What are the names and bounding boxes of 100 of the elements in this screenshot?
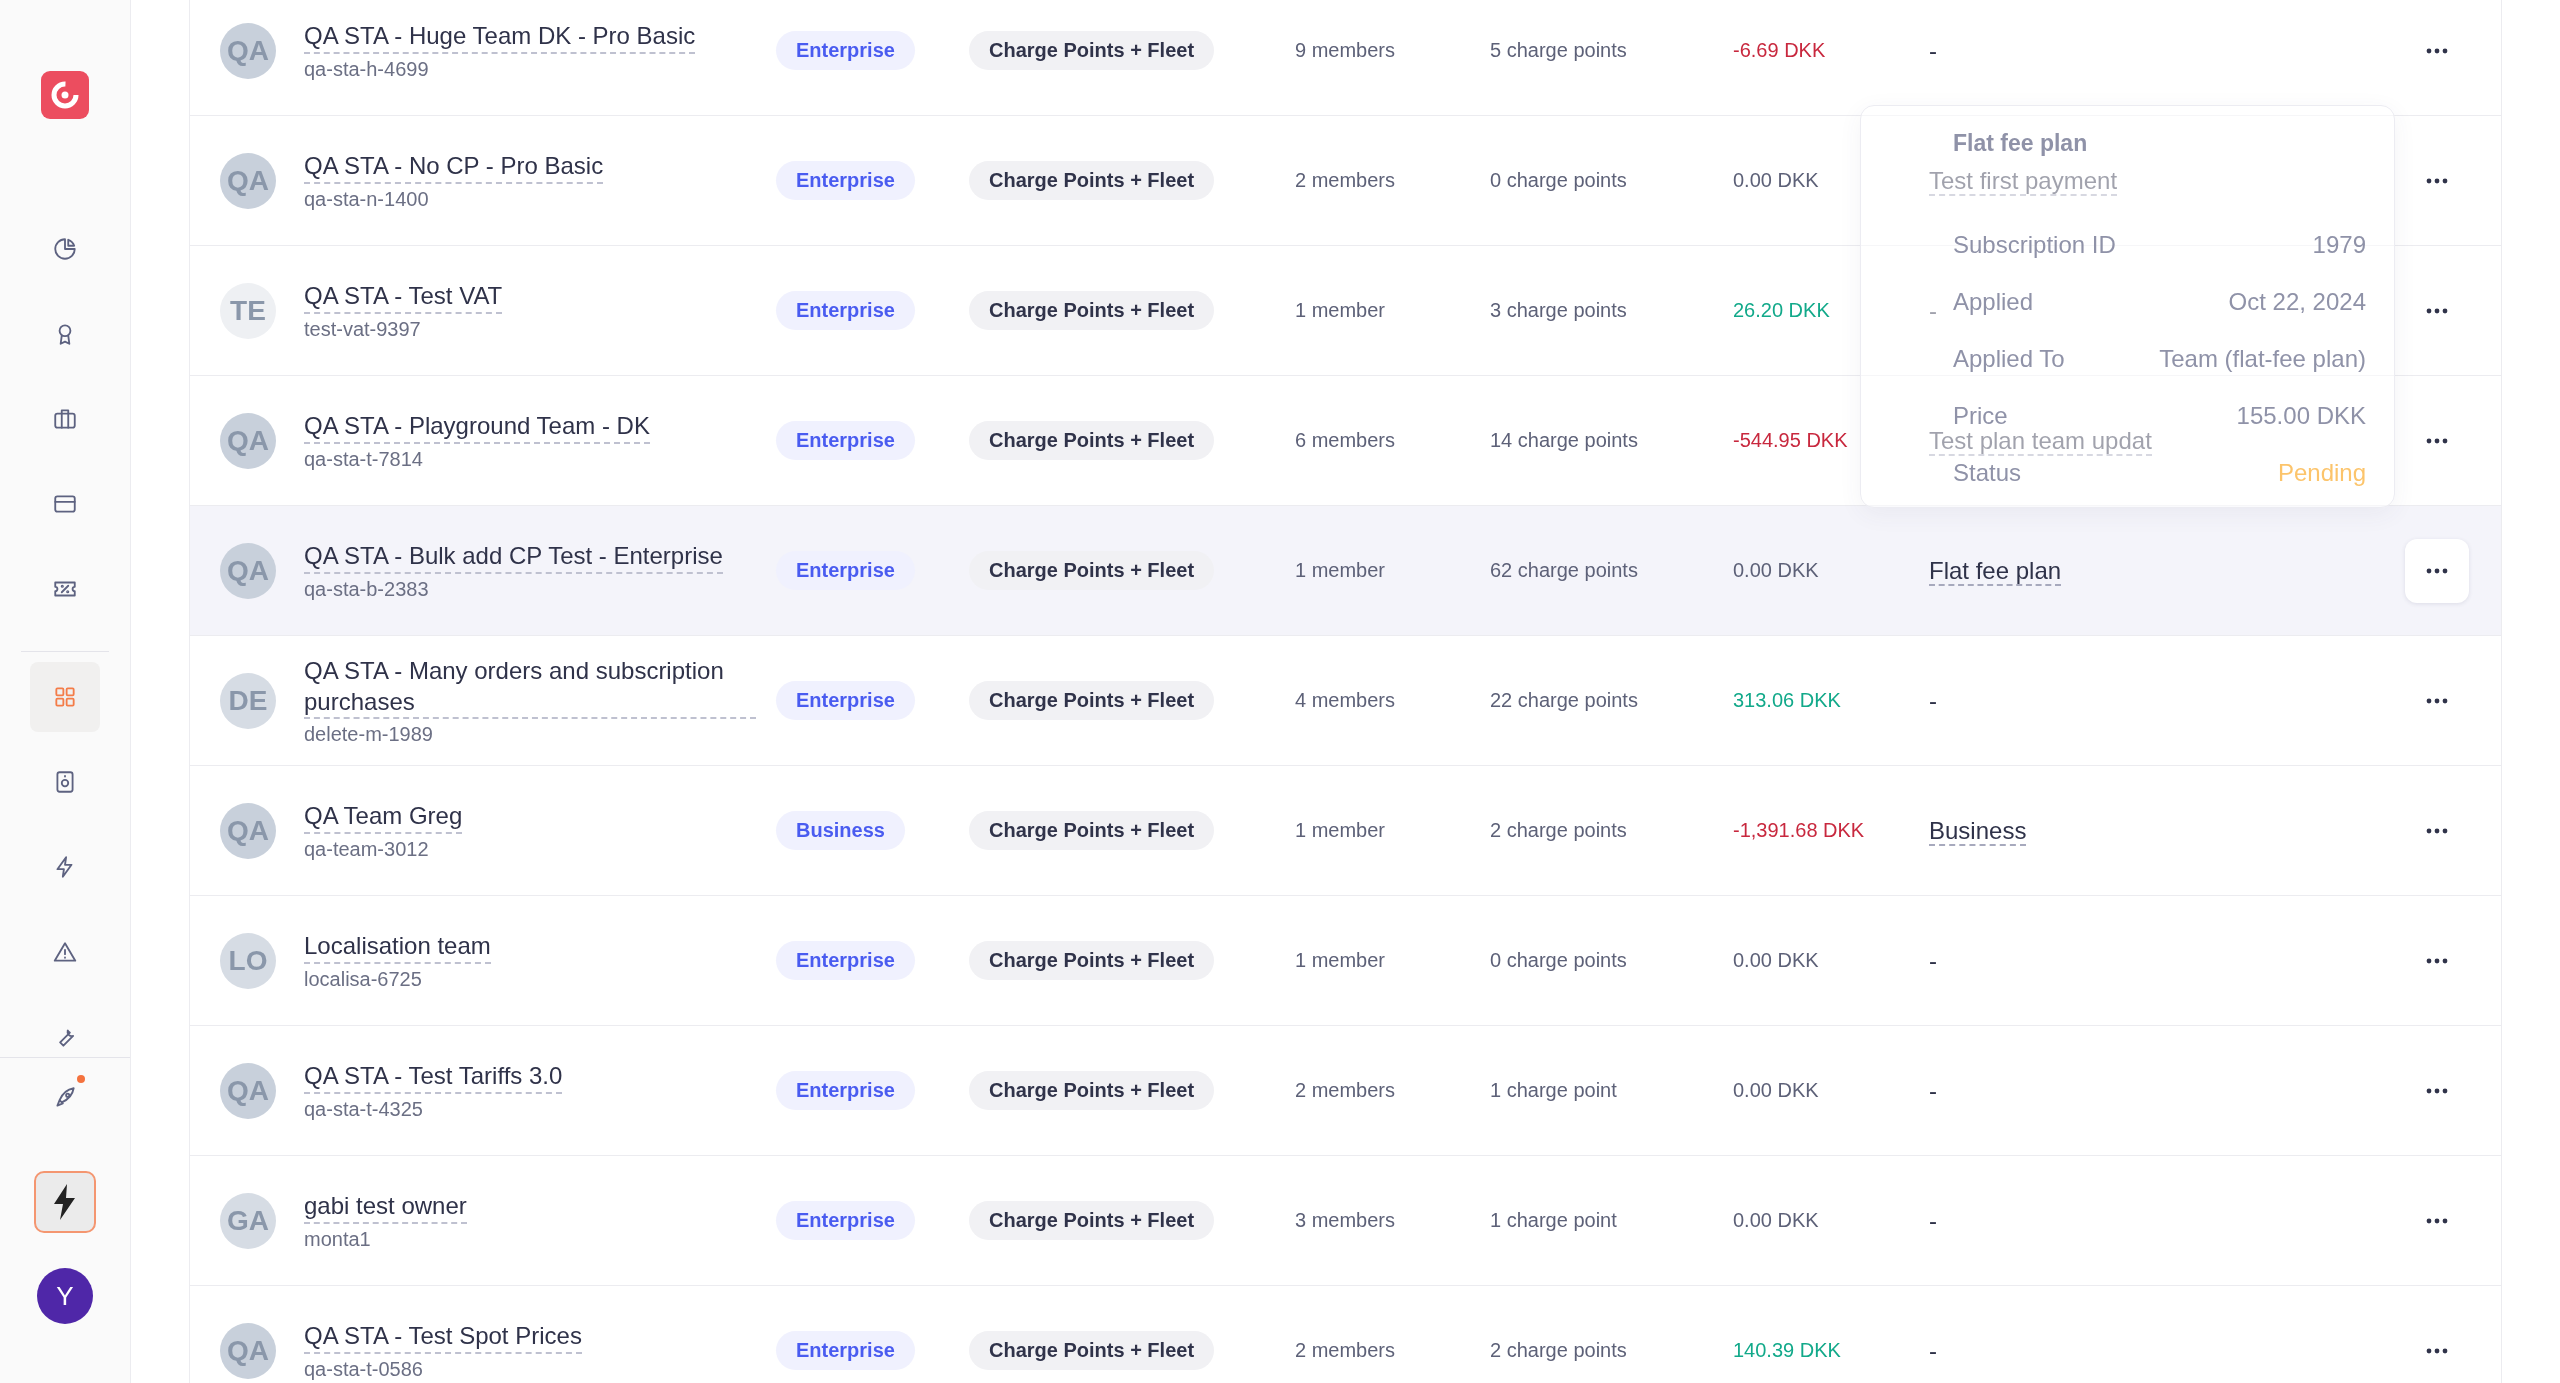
team-id: qa-sta-b-2383 [304,577,429,601]
app-logo[interactable] [41,71,89,119]
team-row[interactable]: QA QA STA - Huge Team DK - Pro Basic qa-sta-h-4699 Enterprise Charge Points + Fleet 9 members 5 charge points -6.69 DKK - [190,0,2501,116]
team-name-link[interactable]: QA STA - Test VAT [304,280,503,314]
more-icon [2425,437,2449,444]
more-icon [2425,957,2449,964]
charge-points-count: 62 charge points [1490,559,1638,581]
briefcase-icon [52,406,78,432]
members-count: 2 members [1295,1339,1396,1361]
more-icon [2425,1217,2449,1224]
more-icon [2425,697,2449,704]
members-count: 6 members [1295,429,1396,451]
team-avatar: QA [220,22,276,79]
team-id: localisa-6725 [304,967,422,991]
product-tag: Charge Points + Fleet [969,291,1215,330]
plan-link[interactable]: Flat fee plan [1929,556,2062,586]
charge-points-count: 3 charge points [1490,299,1627,321]
balance: 26.20 DKK [1733,299,1830,321]
balance: 0.00 DKK [1733,1209,1819,1231]
plan-type-tag: Enterprise [776,681,915,720]
team-avatar: LO [220,932,276,989]
team-avatar: QA [220,1322,276,1379]
plan-link[interactable]: Business [1929,816,2027,846]
team-id: qa-sta-t-7814 [304,447,423,471]
team-row[interactable]: QA QA STA - Test Spot Prices qa-sta-t-0586 Enterprise Charge Points + Fleet 2 members 2 charge points 140.39 DKK - [190,1286,2501,1383]
team-avatar: DE [220,672,276,729]
field-value: Team (flat-fee plan) [2159,345,2366,373]
members-count: 3 members [1295,1209,1396,1231]
team-name-link[interactable]: QA STA - Huge Team DK - Pro Basic [304,20,696,54]
product-tag: Charge Points + Fleet [969,811,1215,850]
plan-text: - [1929,36,1937,64]
more-button[interactable] [2405,538,2469,603]
team-name-link[interactable]: gabi test owner [304,1190,467,1224]
charge-points-count: 0 charge points [1490,169,1627,191]
team-id: qa-sta-t-0586 [304,1357,423,1381]
team-row[interactable]: QA QA Team Greg qa-team-3012 Business Charge Points + Fleet 1 member 2 charge points -1,391.68 DKK Business [190,766,2501,896]
field-value: 155.00 DKK [2236,402,2366,430]
plan-text: - [1929,1336,1937,1364]
members-count: 1 member [1295,949,1386,971]
team-row[interactable]: GA gabi test owner monta1 Enterprise Charge Points + Fleet 3 members 1 charge point 0.00 DKK - [190,1156,2501,1286]
members-count: 9 members [1295,39,1396,61]
balance: 313.06 DKK [1733,689,1841,711]
members-count: 2 members [1295,1079,1396,1101]
plan-type-tag: Enterprise [776,1071,915,1110]
more-icon [2425,827,2449,834]
team-id: delete-m-1989 [304,723,433,747]
team-name-link[interactable]: QA STA - Test Spot Prices [304,1320,582,1354]
charge-points-count: 2 charge points [1490,1339,1627,1361]
team-avatar: QA [220,1062,276,1119]
balance: 0.00 DKK [1733,169,1819,191]
field-label: Applied To [1953,345,2065,373]
field-value: Pending [2277,459,2366,487]
charge-points-count: 2 charge points [1490,819,1627,841]
balance: 0.00 DKK [1733,1079,1819,1101]
more-icon [2425,47,2449,54]
charge-points-count: 5 charge points [1490,39,1627,61]
team-avatar: QA [220,152,276,209]
nav-item[interactable] [30,662,100,732]
team-name-link[interactable]: QA STA - Bulk add CP Test - Enterprise [304,540,723,574]
more-icon [2425,307,2449,314]
team-name-link[interactable]: Localisation team [304,930,491,964]
team-id: qa-sta-h-4699 [304,57,429,81]
team-id: qa-sta-n-1400 [304,187,429,211]
plan-text: - [1929,296,1937,324]
grid-icon [52,684,78,710]
more-icon [2425,1087,2449,1094]
product-tag: Charge Points + Fleet [969,681,1215,720]
team-name-link[interactable]: QA STA - Many orders and subscription purchases [304,654,756,720]
team-name-link[interactable]: QA Team Greg [304,800,463,834]
team-row[interactable]: QA QA STA - Bulk add CP Test - Enterprise qa-sta-b-2383 Enterprise Charge Points + Fleet 1 member 62 charge points 0.00 DKK Flat fee plan [190,506,2501,636]
field-label: Status [1953,459,2022,487]
plan-type-tag: Enterprise [776,1331,915,1370]
team-name-link[interactable]: QA STA - Test Tariffs 3.0 [304,1060,563,1094]
team-row[interactable]: LO Localisation team localisa-6725 Enterprise Charge Points + Fleet 1 member 0 charge points 0.00 DKK - [190,896,2501,1026]
user-avatar[interactable]: Y [37,1268,93,1324]
charge-points-count: 14 charge points [1490,429,1638,451]
team-id: qa-sta-t-4325 [304,1097,423,1121]
team-row[interactable]: QA QA STA - Test Tariffs 3.0 qa-sta-t-4325 Enterprise Charge Points + Fleet 2 members 1 charge point 0.00 DKK - [190,1026,2501,1156]
team-row[interactable]: DE QA STA - Many orders and subscription purchases delete-m-1989 Enterprise Charge Points + Fleet 4 members 22 charge points 313.06 DKK - [190,636,2501,766]
product-tag: Charge Points + Fleet [969,1201,1215,1240]
plan-type-tag: Enterprise [776,291,915,330]
organization-avatar[interactable] [34,1171,96,1233]
team-avatar: TE [220,282,276,339]
field-label: Applied [1953,288,2034,316]
charge-points-count: 22 charge points [1490,689,1638,711]
field-value: Oct 22, 2024 [2228,288,2366,316]
plan-type-tag: Enterprise [776,421,915,460]
more-icon [2425,1347,2449,1354]
balance: 0.00 DKK [1733,559,1819,581]
team-id: test-vat-9397 [304,317,421,341]
plan-text: - [1929,946,1937,974]
pie-chart-icon [52,236,78,262]
members-count: 1 member [1295,299,1386,321]
team-avatar: GA [220,1192,276,1249]
team-name-link[interactable]: QA STA - No CP - Pro Basic [304,150,604,184]
team-name-link[interactable]: QA STA - Playground Team - DK [304,410,650,444]
members-count: 1 member [1295,559,1386,581]
plan-type-tag: Enterprise [776,161,915,200]
members-count: 2 members [1295,169,1396,191]
plan-type-tag: Business [776,811,905,850]
